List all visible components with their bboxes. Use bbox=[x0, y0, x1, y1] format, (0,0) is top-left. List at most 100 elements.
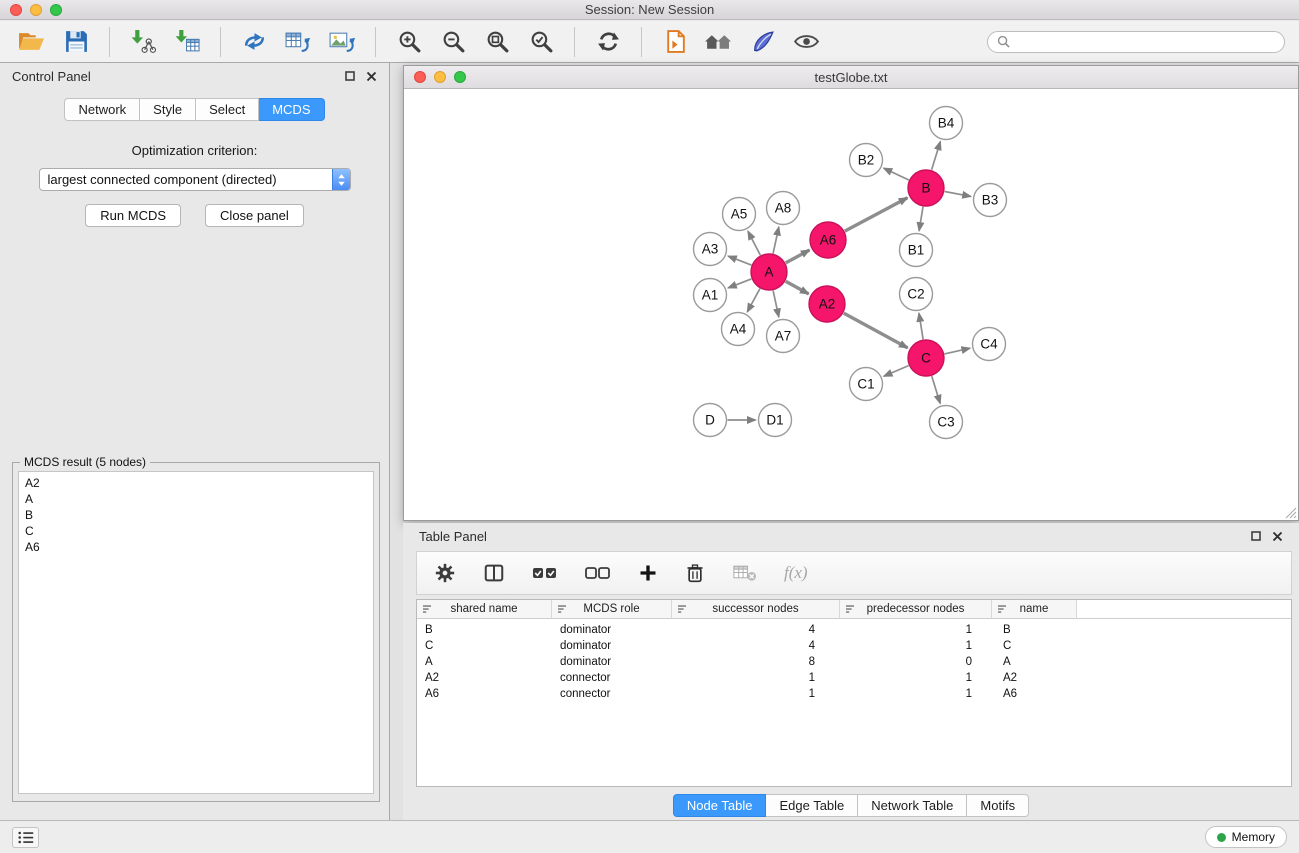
table-row[interactable]: Adominator80A bbox=[417, 654, 1291, 670]
table-tab-motifs[interactable]: Motifs bbox=[967, 794, 1029, 817]
close-table-panel-button[interactable] bbox=[1272, 531, 1283, 542]
home-view-button[interactable] bbox=[701, 25, 737, 59]
graph-node-A[interactable]: A bbox=[751, 254, 787, 290]
graph-edge-C-C2[interactable] bbox=[919, 313, 923, 339]
close-window-button[interactable] bbox=[10, 4, 22, 16]
graph-edge-A2-C[interactable] bbox=[844, 313, 908, 348]
import-network-button[interactable] bbox=[125, 25, 161, 59]
graph-edge-C-C1[interactable] bbox=[884, 366, 909, 377]
network-maximize-button[interactable] bbox=[454, 71, 466, 83]
delete-column-button[interactable] bbox=[685, 562, 705, 584]
zoom-selected-button[interactable] bbox=[523, 25, 559, 59]
graph-node-C2[interactable]: C2 bbox=[900, 278, 933, 311]
graph-node-B4[interactable]: B4 bbox=[930, 107, 963, 140]
graph-edge-A6-B[interactable] bbox=[845, 198, 908, 231]
column-header-shared-name[interactable]: shared name bbox=[417, 600, 552, 619]
zoom-fit-button[interactable] bbox=[479, 25, 515, 59]
table-row[interactable]: Cdominator41C bbox=[417, 638, 1291, 654]
graph-node-A5[interactable]: A5 bbox=[723, 198, 756, 231]
graph-edge-B-B4[interactable] bbox=[932, 142, 941, 170]
table-settings-button[interactable] bbox=[434, 562, 456, 584]
open-document-button[interactable] bbox=[657, 25, 693, 59]
graph-node-B2[interactable]: B2 bbox=[850, 144, 883, 177]
table-row[interactable]: A6connector11A6 bbox=[417, 686, 1291, 702]
table-tab-node-table[interactable]: Node Table bbox=[673, 794, 767, 817]
graph-node-D[interactable]: D bbox=[694, 404, 727, 437]
tab-mcds[interactable]: MCDS bbox=[259, 98, 324, 121]
zoom-in-button[interactable] bbox=[391, 25, 427, 59]
table-row[interactable]: Bdominator41B bbox=[417, 619, 1291, 638]
column-header-MCDS-role[interactable]: MCDS role bbox=[552, 600, 672, 619]
export-image-button[interactable] bbox=[324, 25, 360, 59]
graph-edge-A-A3[interactable] bbox=[728, 256, 751, 265]
graph-edge-A-A8[interactable] bbox=[773, 227, 779, 253]
graph-node-C[interactable]: C bbox=[908, 340, 944, 376]
graph-node-A7[interactable]: A7 bbox=[767, 320, 800, 353]
tab-network[interactable]: Network bbox=[64, 98, 140, 121]
deselect-all-rows-button[interactable] bbox=[585, 564, 611, 582]
maximize-window-button[interactable] bbox=[50, 4, 62, 16]
graph-edge-A-A1[interactable] bbox=[728, 279, 751, 288]
graphics-details-button[interactable] bbox=[745, 25, 781, 59]
table-tab-network-table[interactable]: Network Table bbox=[858, 794, 967, 817]
graph-node-B1[interactable]: B1 bbox=[900, 234, 933, 267]
graph-edge-B-B2[interactable] bbox=[884, 168, 909, 180]
new-network-button[interactable] bbox=[236, 25, 272, 59]
graph-edge-B-B1[interactable] bbox=[919, 207, 923, 231]
mcds-result-list[interactable]: A2ABCA6 bbox=[18, 471, 374, 794]
graph-node-D1[interactable]: D1 bbox=[759, 404, 792, 437]
column-header-name[interactable]: name bbox=[992, 600, 1077, 619]
add-column-button[interactable] bbox=[638, 563, 658, 583]
float-control-panel-button[interactable] bbox=[345, 71, 355, 81]
mcds-result-item[interactable]: A bbox=[25, 491, 367, 507]
network-canvas[interactable]: B4 B2 B B3 A5 A8 A6 A3 B1 A C2 A1 A2 A4 A7 C4 C C1 C3 D D1 bbox=[404, 89, 1298, 520]
graph-edge-C-C3[interactable] bbox=[932, 376, 941, 403]
delete-table-button[interactable] bbox=[732, 563, 757, 583]
graph-edge-C-C4[interactable] bbox=[945, 348, 971, 354]
graph-node-A3[interactable]: A3 bbox=[694, 233, 727, 266]
graph-node-A4[interactable]: A4 bbox=[722, 313, 755, 346]
function-builder-button[interactable]: f(x) bbox=[784, 563, 808, 583]
minimize-window-button[interactable] bbox=[30, 4, 42, 16]
graph-node-B[interactable]: B bbox=[908, 170, 944, 206]
graph-edge-B-B3[interactable] bbox=[945, 192, 971, 197]
search-input[interactable] bbox=[1015, 35, 1275, 49]
task-history-button[interactable] bbox=[12, 827, 39, 848]
network-close-button[interactable] bbox=[414, 71, 426, 83]
table-row[interactable]: A2connector11A2 bbox=[417, 670, 1291, 686]
select-all-rows-button[interactable] bbox=[532, 564, 558, 582]
tab-style[interactable]: Style bbox=[140, 98, 196, 121]
close-panel-button[interactable]: Close panel bbox=[205, 204, 304, 227]
mcds-result-item[interactable]: A2 bbox=[25, 475, 367, 491]
refresh-view-button[interactable] bbox=[590, 25, 626, 59]
resize-grip[interactable] bbox=[1285, 507, 1297, 519]
zoom-out-button[interactable] bbox=[435, 25, 471, 59]
graph-node-A1[interactable]: A1 bbox=[694, 279, 727, 312]
graph-edge-A-A6[interactable] bbox=[786, 250, 810, 263]
graph-node-C3[interactable]: C3 bbox=[930, 406, 963, 439]
graph-node-A2[interactable]: A2 bbox=[809, 286, 845, 322]
column-header-successor-nodes[interactable]: successor nodes bbox=[672, 600, 840, 619]
import-table-button[interactable] bbox=[169, 25, 205, 59]
graph-node-B3[interactable]: B3 bbox=[974, 184, 1007, 217]
show-hide-button[interactable] bbox=[789, 25, 825, 59]
show-columns-button[interactable] bbox=[483, 562, 505, 584]
tab-select[interactable]: Select bbox=[196, 98, 259, 121]
optimization-criterion-select[interactable]: largest connected component (directed) bbox=[39, 168, 351, 191]
mcds-result-item[interactable]: C bbox=[25, 523, 367, 539]
mcds-result-item[interactable]: A6 bbox=[25, 539, 367, 555]
float-table-panel-button[interactable] bbox=[1251, 531, 1261, 541]
graph-node-A8[interactable]: A8 bbox=[767, 192, 800, 225]
open-session-button[interactable] bbox=[14, 25, 50, 59]
memory-button[interactable]: Memory bbox=[1205, 826, 1287, 848]
save-session-button[interactable] bbox=[58, 25, 94, 59]
graph-node-A6[interactable]: A6 bbox=[810, 222, 846, 258]
graph-edge-A-A4[interactable] bbox=[747, 289, 760, 312]
mcds-result-item[interactable]: B bbox=[25, 507, 367, 523]
run-mcds-button[interactable]: Run MCDS bbox=[85, 204, 181, 227]
new-table-button[interactable] bbox=[280, 25, 316, 59]
table-tab-edge-table[interactable]: Edge Table bbox=[766, 794, 858, 817]
column-header-predecessor-nodes[interactable]: predecessor nodes bbox=[840, 600, 992, 619]
graph-node-C1[interactable]: C1 bbox=[850, 368, 883, 401]
graph-node-C4[interactable]: C4 bbox=[973, 328, 1006, 361]
